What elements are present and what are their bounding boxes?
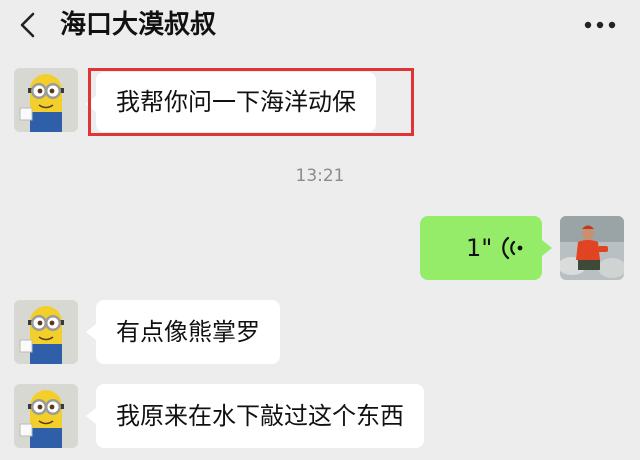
message-text: 我原来在水下敲过这个东西 [116,402,404,430]
contact-avatar[interactable] [14,300,78,364]
bubble-tail [86,408,96,424]
user-avatar[interactable] [560,216,624,280]
contact-avatar[interactable] [14,384,78,448]
back-button[interactable] [16,10,40,40]
message-text: 有点像熊掌罗 [116,318,260,346]
more-button[interactable] [582,16,618,34]
more-dots-icon [584,21,616,29]
bubble-tail [86,96,96,112]
timestamp: 13:21 [295,166,345,186]
chat-title: 海口大漠叔叔 [60,10,217,40]
chat-header: 海口大漠叔叔 [0,0,640,50]
message-bubble-incoming[interactable]: 我帮你问一下海洋动保 [86,72,376,132]
voice-message-bubble[interactable]: 1" [420,216,552,280]
voice-duration: 1" [466,234,493,262]
bubble-tail [542,240,552,256]
voice-wave-icon [502,236,523,260]
bubble-tail [86,324,96,340]
contact-avatar[interactable] [14,68,78,132]
message-bubble-incoming[interactable]: 我原来在水下敲过这个东西 [86,384,424,448]
message-text: 我帮你问一下海洋动保 [116,88,356,116]
chevron-left-icon [20,12,35,38]
message-bubble-incoming[interactable]: 有点像熊掌罗 [86,300,280,364]
